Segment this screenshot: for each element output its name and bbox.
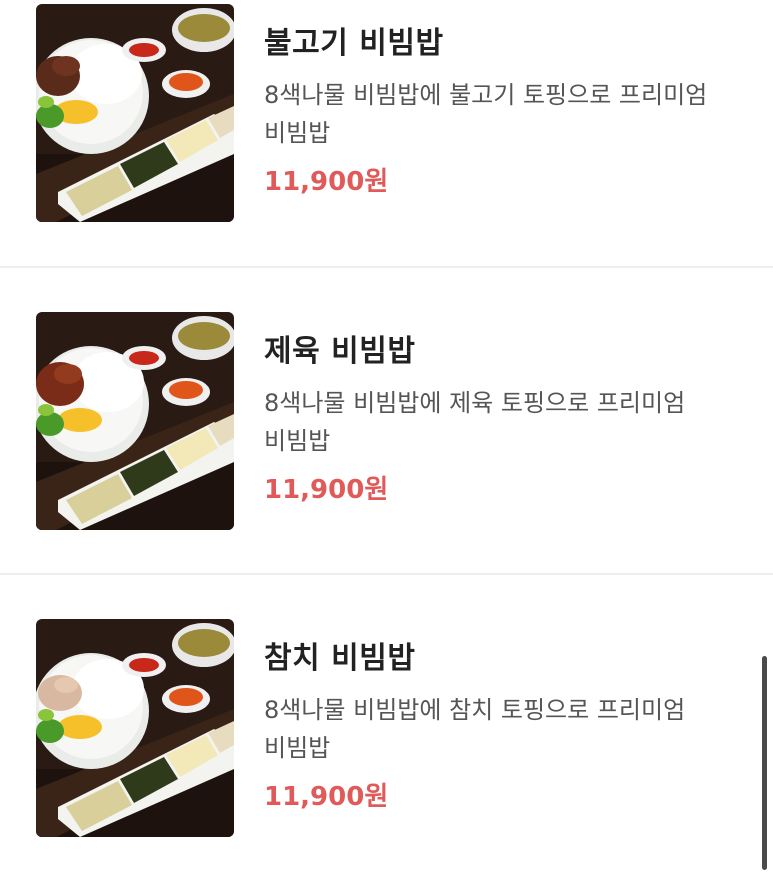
- menu-item-description: 8색나물 비빔밥에 불고기 토핑으로 프리미엄 비빔밥: [264, 81, 708, 147]
- scrollbar[interactable]: [762, 656, 767, 870]
- menu-item-name: 제육 비빔밥: [264, 334, 416, 369]
- menu-item-jeyuk-bibimbap[interactable]: 제육 비빔밥 8색나물 비빔밥에 제육 토핑으로 프리미엄 비빔밥 11,900…: [0, 268, 773, 575]
- menu-item-bulgogi-bibimbap[interactable]: 불고기 비빔밥 8색나물 비빔밥에 불고기 토핑으로 프리미엄 비빔밥 11,9…: [0, 0, 773, 267]
- menu-item-description: 8색나물 비빔밥에 제육 토핑으로 프리미엄 비빔밥: [264, 389, 686, 455]
- menu-item-name: 참치 비빔밥: [264, 641, 416, 676]
- menu-item-price: 11,900원: [264, 475, 389, 505]
- menu-item-name: 불고기 비빔밥: [264, 26, 444, 61]
- menu-item-price: 11,900원: [264, 167, 389, 197]
- menu-list: 불고기 비빔밥 8색나물 비빔밥에 불고기 토핑으로 프리미엄 비빔밥 11,9…: [0, 0, 773, 872]
- menu-item-tuna-bibimbap[interactable]: 참치 비빔밥 8색나물 비빔밥에 참치 토핑으로 프리미엄 비빔밥 11,900…: [0, 575, 773, 872]
- menu-item-description: 8색나물 비빔밥에 참치 토핑으로 프리미엄 비빔밥: [264, 696, 686, 762]
- bulgogi-bibimbap-photo: [36, 4, 234, 222]
- menu-item-price: 11,900원: [264, 782, 389, 812]
- jeyuk-bibimbap-photo: [36, 312, 234, 530]
- tuna-bibimbap-photo: [36, 619, 234, 837]
